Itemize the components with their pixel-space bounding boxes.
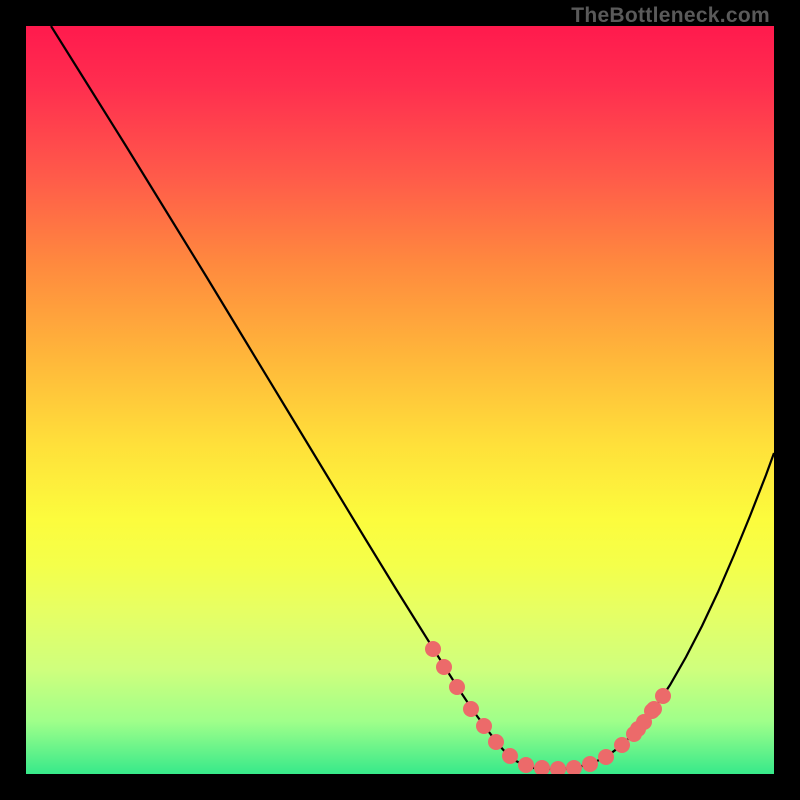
curve-dot xyxy=(598,749,614,765)
curve-dot xyxy=(566,760,582,774)
curve-dot xyxy=(582,756,598,772)
curve-dot xyxy=(425,641,441,657)
chart-frame: TheBottleneck.com xyxy=(0,0,800,800)
curve-dots xyxy=(425,641,671,774)
curve-dot xyxy=(476,718,492,734)
curve-dot xyxy=(488,734,504,750)
curve-dot xyxy=(534,760,550,774)
curve-dot xyxy=(502,748,518,764)
curve-dot xyxy=(463,701,479,717)
curve-dot xyxy=(436,659,452,675)
curve-dot xyxy=(626,726,642,742)
chart-svg xyxy=(26,26,774,774)
attribution-text: TheBottleneck.com xyxy=(571,4,770,28)
curve-dot xyxy=(655,688,671,704)
plot-area xyxy=(26,26,774,774)
curve-dot xyxy=(550,761,566,774)
curve-dot xyxy=(449,679,465,695)
bottleneck-curve xyxy=(51,26,774,769)
curve-dot xyxy=(614,737,630,753)
curve-dot xyxy=(518,757,534,773)
